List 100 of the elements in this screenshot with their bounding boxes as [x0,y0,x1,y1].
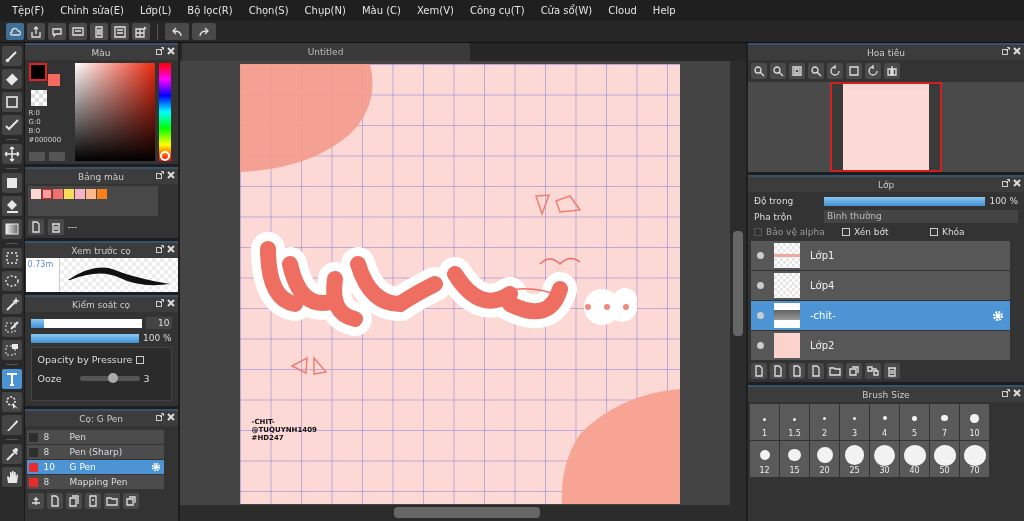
tool-button[interactable] [1,173,22,193]
tool-button[interactable] [1,69,22,89]
menu-item[interactable]: Lớp(L) [131,5,180,16]
horizontal-scrollbar[interactable] [179,505,746,521]
menu-item[interactable]: Cloud [600,5,645,16]
brush-size-preset[interactable]: 1.5 [780,404,809,440]
tool-button[interactable] [1,317,22,337]
brush-size-preset[interactable]: 5 [900,404,929,440]
grid-button[interactable] [132,23,150,40]
add-brush-button[interactable] [65,493,82,509]
navigator-button[interactable] [751,63,767,79]
brush-size-preset[interactable]: 20 [810,441,839,477]
tool-button[interactable] [1,92,22,112]
brush-size-preset[interactable]: 4 [870,404,899,440]
undock-icon[interactable] [1002,179,1010,187]
close-icon[interactable] [166,245,175,253]
layer-action-button[interactable] [789,363,805,379]
brush-size-preset[interactable]: 30 [870,441,899,477]
menu-item[interactable]: Tệp(F) [4,5,53,16]
comment-button[interactable] [48,23,66,40]
document-button[interactable] [90,23,108,40]
layer-action-button[interactable] [846,363,862,379]
navigator-button[interactable] [827,63,843,79]
undock-icon[interactable] [1002,389,1010,397]
gear-icon[interactable] [992,309,1004,322]
palette-swatch[interactable] [96,189,107,199]
tool-button[interactable] [1,392,22,412]
color-picker-square[interactable] [74,63,155,161]
navigator-button[interactable] [865,63,881,79]
layer-action-button[interactable] [827,363,843,379]
brush-size-preset[interactable]: 25 [840,441,869,477]
list-button[interactable] [111,23,129,40]
document-tab[interactable]: Untitled [181,43,470,61]
menu-item[interactable]: Chọn(S) [240,5,297,16]
brush-size-preset[interactable]: 7 [930,404,959,440]
tool-button[interactable] [1,248,22,268]
brush-size-preset[interactable]: 10 [960,404,989,440]
cloud-brush-button[interactable] [27,493,44,509]
brush-size-preset[interactable]: 40 [900,441,929,477]
navigator-button[interactable] [808,63,824,79]
palette-swatch[interactable] [41,189,52,199]
cloud-button[interactable] [6,23,24,40]
ooze-slider[interactable] [79,376,140,381]
palette-swatch[interactable] [74,189,85,199]
menu-item[interactable]: Màu (C) [353,5,409,16]
duplicate-button[interactable] [122,493,139,509]
layer-action-button[interactable] [808,363,824,379]
layer-action-button[interactable] [770,363,786,379]
undock-icon[interactable] [155,171,164,179]
navigator-button[interactable] [789,63,805,79]
menu-item[interactable]: Xem(V) [408,5,462,16]
palette-swatch[interactable] [85,189,96,199]
message-button[interactable] [69,23,87,40]
visibility-dot[interactable] [757,312,764,319]
undock-icon[interactable] [155,299,164,307]
new-palette-button[interactable] [27,219,44,235]
palette-swatch[interactable] [63,189,74,199]
undock-icon[interactable] [155,413,164,421]
brush-size-preset[interactable]: 3 [840,404,869,440]
foreground-color-swatch[interactable] [28,63,47,81]
tool-button[interactable] [1,196,22,216]
tool-button[interactable] [1,294,22,314]
color-mode-button[interactable] [48,152,65,161]
visibility-dot[interactable] [757,252,764,259]
close-icon[interactable] [166,413,175,421]
undock-icon[interactable] [1002,47,1010,55]
tool-button[interactable] [1,415,22,435]
redo-button[interactable] [192,23,216,40]
menu-item[interactable]: Bộ lọc(R) [179,5,241,16]
close-icon[interactable] [166,171,175,179]
brush-size-slider[interactable] [30,318,142,328]
layer-row[interactable]: Lớp4 [751,271,1010,300]
tool-button[interactable] [1,46,22,66]
tool-button[interactable] [1,144,22,164]
vertical-scrollbar[interactable] [730,61,746,505]
transparent-color-swatch[interactable] [30,90,47,106]
brush-size-preset[interactable]: 12 [750,441,779,477]
close-icon[interactable] [1013,179,1021,187]
undock-icon[interactable] [155,47,164,55]
undock-icon[interactable] [155,245,164,253]
delete-button[interactable] [47,219,64,235]
menu-item[interactable]: Chụp(N) [296,5,354,16]
close-icon[interactable] [1013,47,1021,55]
menu-item[interactable]: Cửa sổ(W) [532,5,601,16]
brush-size-preset[interactable]: 70 [960,441,989,477]
layer-opacity-slider[interactable] [824,196,986,206]
hue-strip[interactable] [158,63,171,161]
brush-list-item[interactable]: 8 Pen [26,430,164,444]
brush-size-value[interactable]: 10 [145,317,172,329]
brush-size-preset[interactable]: 15 [780,441,809,477]
hue-handle[interactable] [159,151,170,161]
palette-swatch[interactable] [52,189,63,199]
new-brush-button[interactable] [46,493,63,509]
visibility-dot[interactable] [757,282,764,289]
tool-button[interactable] [1,271,22,291]
navigator-button[interactable] [846,63,862,79]
tool-button[interactable] [1,219,22,239]
brush-size-preset[interactable]: 2 [810,404,839,440]
close-icon[interactable] [166,47,175,55]
layer-action-button[interactable] [884,363,900,379]
